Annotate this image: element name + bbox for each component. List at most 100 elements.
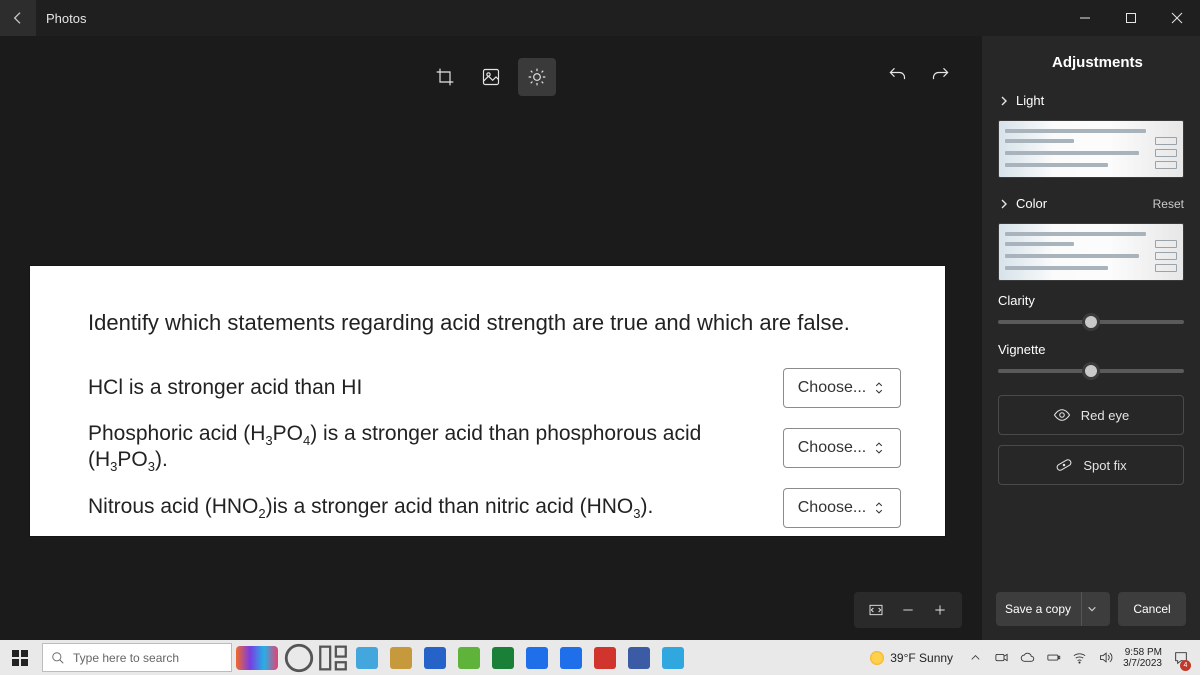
close-button[interactable] bbox=[1154, 0, 1200, 36]
color-label: Color bbox=[1016, 196, 1047, 211]
weather-text: 39°F Sunny bbox=[890, 651, 953, 665]
weather-widget[interactable]: 39°F Sunny bbox=[870, 651, 953, 665]
battery-icon bbox=[1046, 650, 1061, 665]
start-button[interactable] bbox=[0, 640, 40, 675]
crop-icon bbox=[435, 67, 455, 87]
choose-dropdown[interactable]: Choose... bbox=[783, 368, 901, 408]
close-icon bbox=[1171, 12, 1183, 24]
taskbar-app-4[interactable] bbox=[418, 640, 452, 675]
taskbar-app-6[interactable] bbox=[486, 640, 520, 675]
undo-button[interactable] bbox=[880, 58, 914, 92]
color-section-header[interactable]: Color Reset bbox=[998, 190, 1184, 217]
choose-dropdown[interactable]: Choose... bbox=[783, 428, 901, 468]
redo-button[interactable] bbox=[924, 58, 958, 92]
taskbar-clock[interactable]: 9:58 PM 3/7/2023 bbox=[1119, 647, 1166, 669]
crop-tool[interactable] bbox=[426, 58, 464, 96]
app-title: Photos bbox=[46, 11, 86, 26]
taskbar-news[interactable] bbox=[232, 640, 282, 675]
color-preview[interactable] bbox=[998, 223, 1184, 281]
zoom-controls bbox=[854, 592, 962, 628]
search-placeholder: Type here to search bbox=[73, 651, 179, 665]
taskbar-app-8[interactable] bbox=[554, 640, 588, 675]
taskbar-app-10[interactable] bbox=[622, 640, 656, 675]
red-eye-button[interactable]: Red eye bbox=[998, 395, 1184, 435]
taskbar-app-0[interactable] bbox=[282, 640, 316, 675]
fit-button[interactable] bbox=[864, 598, 888, 622]
tray-battery[interactable] bbox=[1041, 640, 1065, 675]
clarity-slider[interactable] bbox=[998, 308, 1184, 336]
chevron-right-icon bbox=[998, 198, 1010, 210]
clarity-label: Clarity bbox=[998, 293, 1184, 308]
statement-row: HCl is a stronger acid than HI Choose... bbox=[88, 368, 945, 408]
brightness-icon bbox=[527, 67, 547, 87]
choose-dropdown[interactable]: Choose... bbox=[783, 488, 901, 528]
spot-fix-label: Spot fix bbox=[1083, 458, 1126, 473]
tray-onedrive[interactable] bbox=[1015, 640, 1039, 675]
statement-text: Phosphoric acid (H3PO4) is a stronger ac… bbox=[88, 422, 748, 474]
statement-row: Nitrous acid (HNO2)is a stronger acid th… bbox=[88, 488, 945, 528]
sun-icon bbox=[870, 651, 884, 665]
edited-image[interactable]: Identify which statements regarding acid… bbox=[30, 266, 945, 536]
save-copy-button[interactable]: Save a copy bbox=[996, 592, 1110, 626]
minimize-icon bbox=[1079, 12, 1091, 24]
red-eye-label: Red eye bbox=[1081, 408, 1129, 423]
back-button[interactable] bbox=[0, 0, 36, 36]
maximize-icon bbox=[1125, 12, 1137, 24]
back-arrow-icon bbox=[10, 10, 26, 26]
action-center[interactable]: 4 bbox=[1168, 640, 1194, 675]
filters-tool[interactable] bbox=[472, 58, 510, 96]
tray-volume[interactable] bbox=[1093, 640, 1117, 675]
filters-icon bbox=[481, 67, 501, 87]
cancel-label: Cancel bbox=[1133, 602, 1170, 616]
tray-wifi[interactable] bbox=[1067, 640, 1091, 675]
zoom-in-button[interactable] bbox=[928, 598, 952, 622]
vignette-slider[interactable] bbox=[998, 357, 1184, 385]
reset-button[interactable]: Reset bbox=[1153, 197, 1184, 211]
eye-icon bbox=[1053, 406, 1071, 424]
cloud-icon bbox=[1020, 650, 1035, 665]
adjustments-tool[interactable] bbox=[518, 58, 556, 96]
plus-icon bbox=[932, 602, 948, 618]
adjustments-panel: Adjustments Light Color bbox=[982, 36, 1200, 640]
bandage-icon bbox=[1055, 456, 1073, 474]
taskbar-app-5[interactable] bbox=[452, 640, 486, 675]
save-label: Save a copy bbox=[1005, 602, 1071, 616]
statement-row: Phosphoric acid (H3PO4) is a stronger ac… bbox=[88, 422, 945, 474]
camera-icon bbox=[994, 650, 1009, 665]
chevron-right-icon bbox=[998, 95, 1010, 107]
canvas-area: Identify which statements regarding acid… bbox=[0, 36, 982, 640]
minimize-button[interactable] bbox=[1062, 0, 1108, 36]
light-section-header[interactable]: Light bbox=[998, 87, 1184, 114]
search-icon bbox=[51, 651, 65, 665]
taskbar-search[interactable]: Type here to search bbox=[42, 643, 232, 672]
fit-icon bbox=[868, 602, 884, 618]
zoom-out-button[interactable] bbox=[896, 598, 920, 622]
statement-text: Nitrous acid (HNO2)is a stronger acid th… bbox=[88, 495, 748, 521]
taskbar: Type here to search 39°F Sunny 9:58 PM 3… bbox=[0, 640, 1200, 675]
time-text: 9:58 PM bbox=[1123, 647, 1162, 658]
question-text: Identify which statements regarding acid… bbox=[30, 266, 945, 336]
statement-text: HCl is a stronger acid than HI bbox=[88, 376, 748, 400]
cancel-button[interactable]: Cancel bbox=[1118, 592, 1186, 626]
date-text: 3/7/2023 bbox=[1123, 658, 1162, 669]
taskbar-app-2[interactable] bbox=[350, 640, 384, 675]
tray-chevron[interactable] bbox=[963, 640, 987, 675]
spot-fix-button[interactable]: Spot fix bbox=[998, 445, 1184, 485]
taskbar-app-11[interactable] bbox=[656, 640, 690, 675]
panel-title: Adjustments bbox=[982, 36, 1200, 87]
taskbar-app-3[interactable] bbox=[384, 640, 418, 675]
volume-icon bbox=[1098, 650, 1113, 665]
tray-meet-now[interactable] bbox=[989, 640, 1013, 675]
maximize-button[interactable] bbox=[1108, 0, 1154, 36]
light-preview[interactable] bbox=[998, 120, 1184, 178]
light-label: Light bbox=[1016, 93, 1044, 108]
taskbar-app-9[interactable] bbox=[588, 640, 622, 675]
taskbar-app-7[interactable] bbox=[520, 640, 554, 675]
vignette-label: Vignette bbox=[998, 342, 1184, 357]
taskbar-app-1[interactable] bbox=[316, 640, 350, 675]
undo-icon bbox=[887, 65, 907, 85]
edit-toolbar bbox=[0, 58, 982, 96]
save-dropdown-button[interactable] bbox=[1081, 592, 1101, 626]
notification-badge: 4 bbox=[1180, 660, 1191, 671]
wifi-icon bbox=[1072, 650, 1087, 665]
